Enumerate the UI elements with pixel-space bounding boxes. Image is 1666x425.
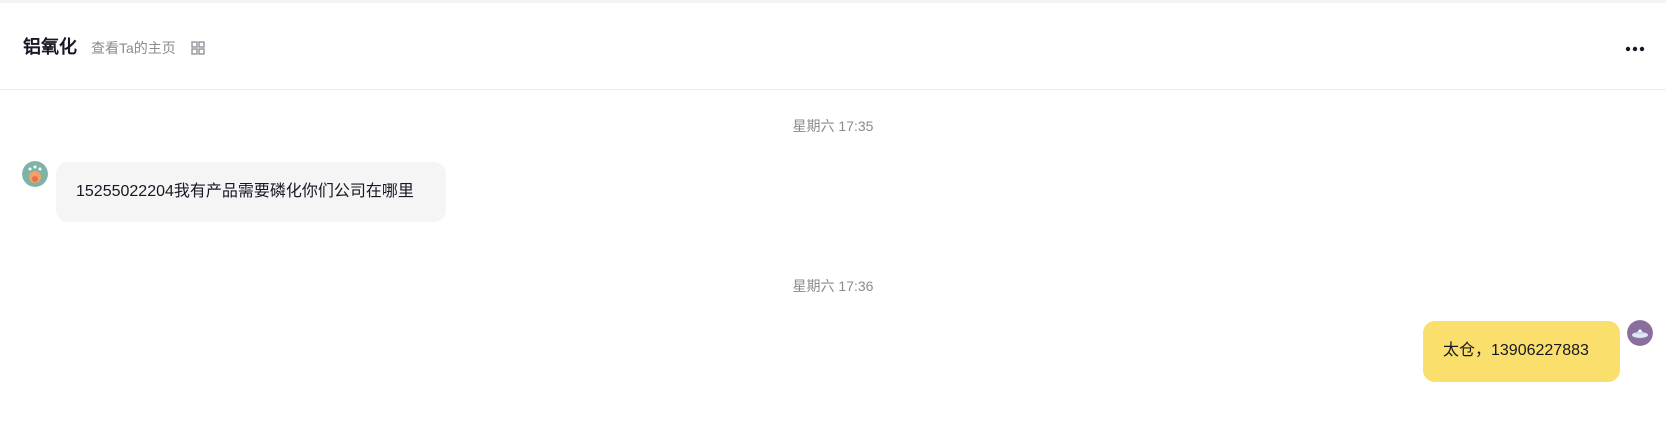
qr-code-icon[interactable]: [191, 41, 205, 55]
contact-avatar[interactable]: [22, 161, 48, 187]
message-timestamp: 星期六 17:35: [792, 118, 874, 134]
user-avatar[interactable]: [1627, 320, 1653, 346]
outgoing-message-bubble[interactable]: 太仓，13906227883: [1423, 321, 1620, 382]
incoming-message-bubble[interactable]: 15255022204我有产品需要磷化你们公司在哪里: [56, 162, 446, 222]
message-timestamp: 星期六 17:36: [792, 278, 874, 294]
view-profile-link[interactable]: 查看Ta的主页: [91, 38, 176, 58]
more-dots-icon[interactable]: [1624, 39, 1646, 59]
contact-name: 铝氧化: [23, 37, 77, 57]
chat-header: 铝氧化 查看Ta的主页: [0, 3, 1666, 90]
